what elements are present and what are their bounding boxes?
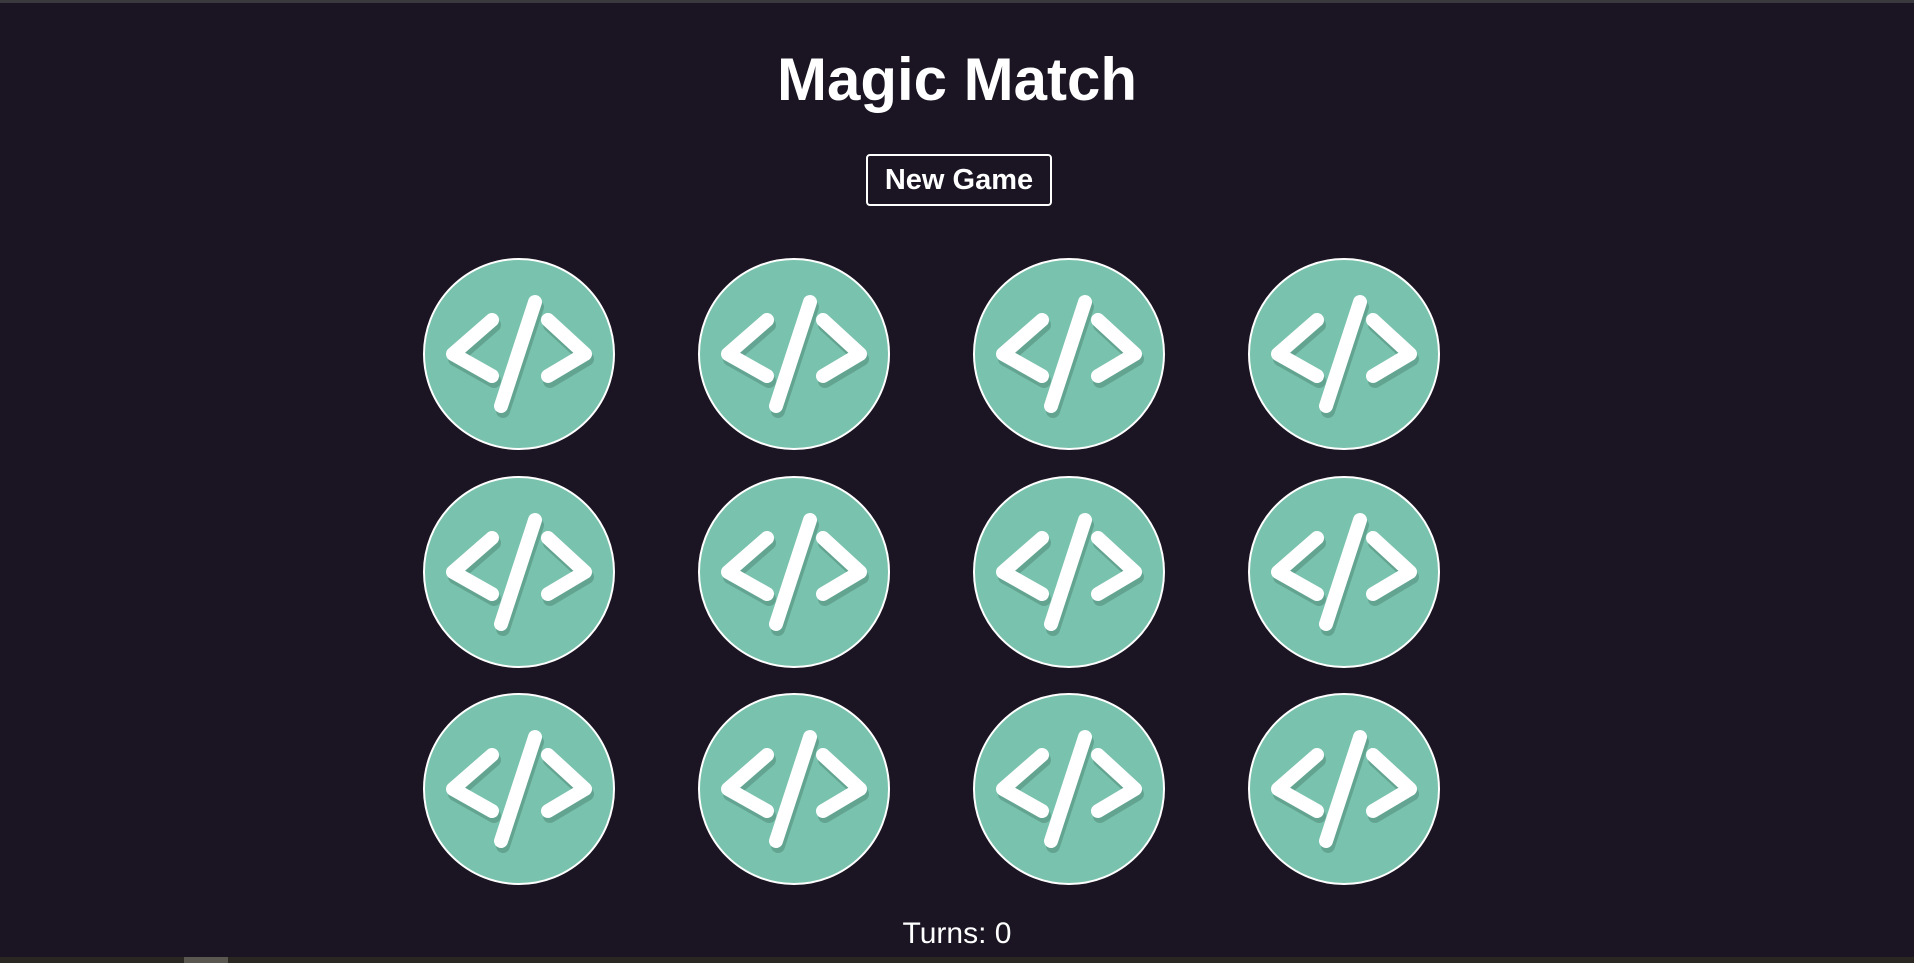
horizontal-scrollbar[interactable] xyxy=(0,957,1914,963)
memory-card[interactable] xyxy=(423,258,615,450)
memory-card[interactable] xyxy=(423,693,615,885)
turns-counter: Turns: 0 xyxy=(902,917,1012,950)
memory-card[interactable] xyxy=(973,476,1165,668)
game-title: Magic Match xyxy=(776,46,1138,113)
memory-card[interactable] xyxy=(423,476,615,668)
scrollbar-thumb[interactable] xyxy=(184,957,228,963)
memory-card[interactable] xyxy=(698,476,890,668)
window-top-border xyxy=(0,0,1914,3)
memory-card[interactable] xyxy=(973,258,1165,450)
memory-card[interactable] xyxy=(1248,476,1440,668)
memory-card[interactable] xyxy=(698,693,890,885)
memory-card[interactable] xyxy=(1248,258,1440,450)
memory-card[interactable] xyxy=(973,693,1165,885)
memory-card[interactable] xyxy=(698,258,890,450)
new-game-button[interactable]: New Game xyxy=(866,154,1052,206)
memory-card[interactable] xyxy=(1248,693,1440,885)
